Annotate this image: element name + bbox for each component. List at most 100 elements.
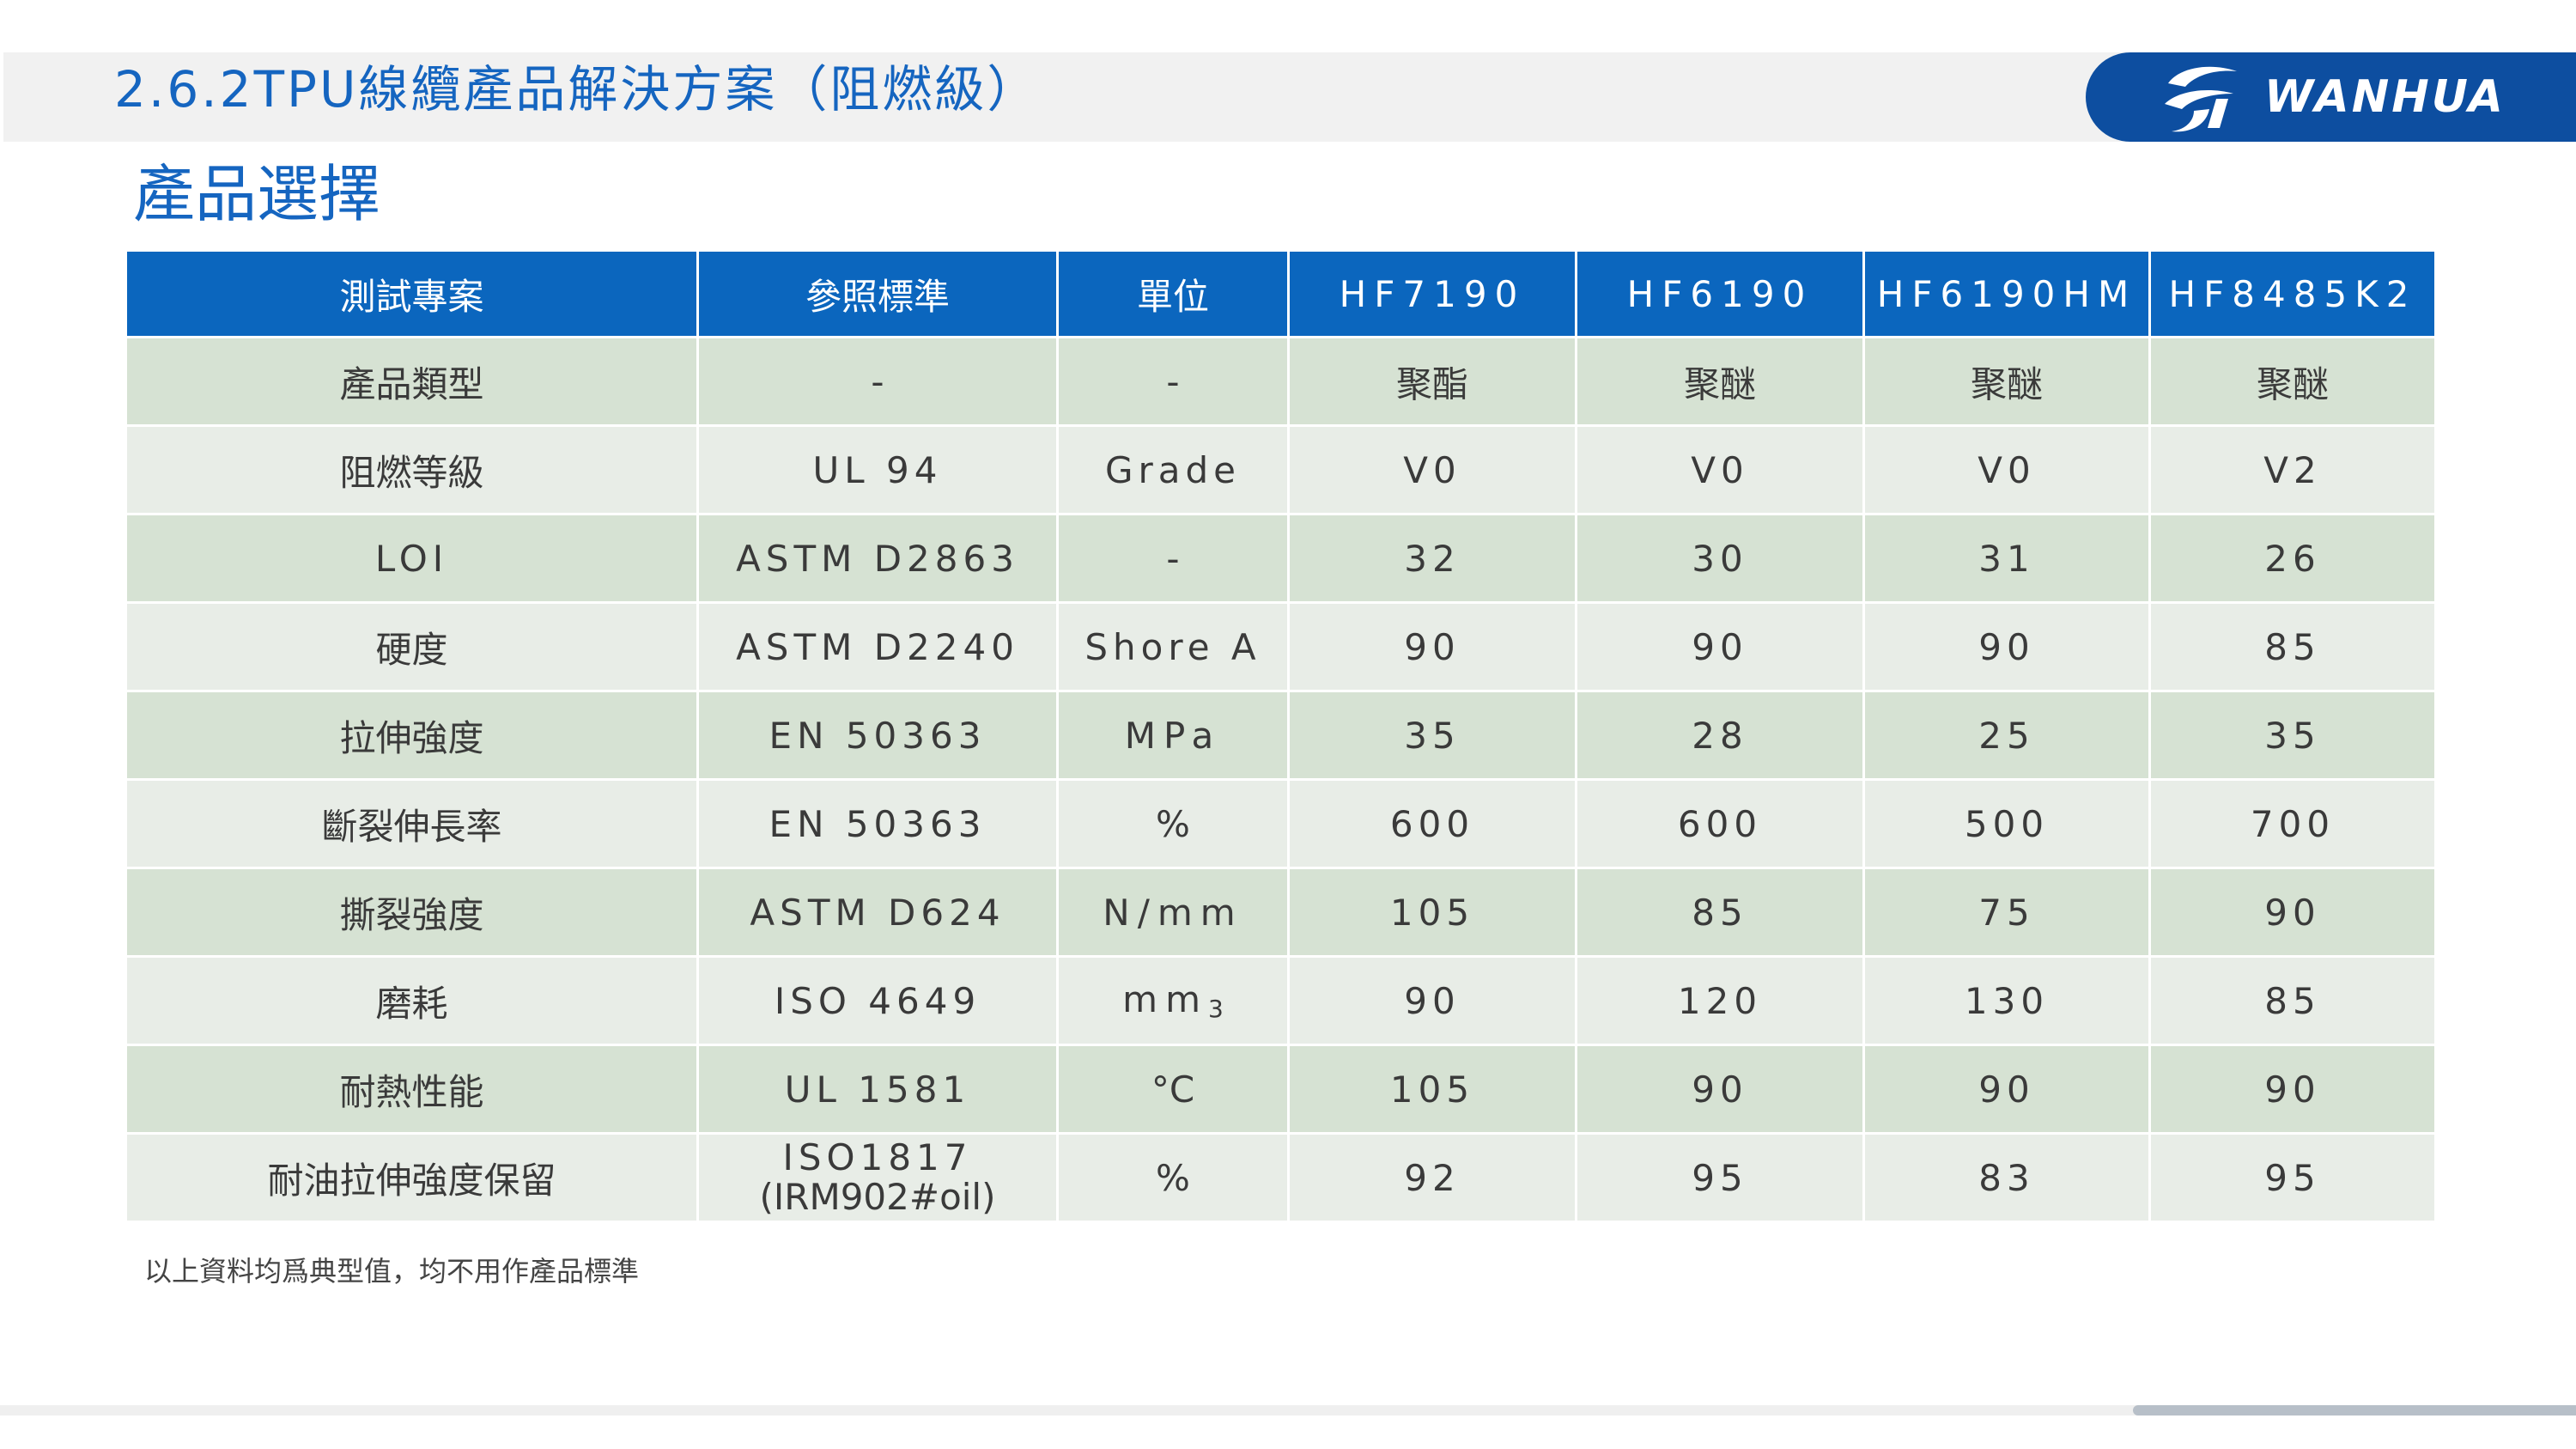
- unit-text: mm: [1122, 978, 1208, 1020]
- footnote: 以上資料均爲典型值，均不用作產品標準: [144, 1255, 640, 1288]
- value-cell: 30: [1575, 513, 1865, 604]
- standard-cell: ISO1817 (IRM902#oil): [696, 1132, 1059, 1223]
- table-row: LOI ASTM D2863 - 32 30 31 26: [125, 513, 2437, 604]
- column-header: 測試專案: [125, 249, 699, 338]
- standard-cell: ISO 4649: [696, 955, 1059, 1046]
- item-cell: 斷裂伸長率: [125, 778, 699, 869]
- brand-logo: WANHUA: [2086, 52, 2576, 142]
- item-cell: 撕裂強度: [125, 867, 699, 958]
- value-cell: 92: [1287, 1132, 1577, 1223]
- value-cell: 90: [2148, 1044, 2437, 1135]
- value-cell: 32: [1287, 513, 1577, 604]
- value-cell: 90: [1862, 1044, 2151, 1135]
- table-row: 硬度 ASTM D2240 Shore A 90 90 90 85: [125, 601, 2437, 692]
- column-header: HF6190HM: [1862, 249, 2151, 338]
- value-cell: 120: [1575, 955, 1865, 1046]
- unit-cell: -: [1056, 513, 1290, 604]
- table-row: 斷裂伸長率 EN 50363 % 600 600 500 700: [125, 778, 2437, 869]
- item-cell: 拉伸強度: [125, 690, 699, 781]
- standard-cell: ASTM D2863: [696, 513, 1059, 604]
- table-row: 磨耗 ISO 4649 mm3 90 120 130 85: [125, 955, 2437, 1046]
- value-cell: 90: [1287, 601, 1577, 692]
- value-cell: V2: [2148, 424, 2437, 515]
- value-cell: 26: [2148, 513, 2437, 604]
- unit-cell: mm3: [1056, 955, 1290, 1046]
- value-cell: 83: [1862, 1132, 2151, 1223]
- item-cell: 磨耗: [125, 955, 699, 1046]
- item-cell: 產品類型: [125, 336, 699, 427]
- standard-cell: UL 1581: [696, 1044, 1059, 1135]
- table-row: 撕裂強度 ASTM D624 N/mm 105 85 75 90: [125, 867, 2437, 958]
- value-cell: 85: [2148, 955, 2437, 1046]
- brand-name: WANHUA: [2264, 71, 2506, 123]
- value-cell: 600: [1575, 778, 1865, 869]
- column-header: 單位: [1056, 249, 1290, 338]
- item-cell: 阻燃等級: [125, 424, 699, 515]
- table-row: 拉伸強度 EN 50363 MPa 35 28 25 35: [125, 690, 2437, 781]
- column-header: 參照標準: [696, 249, 1059, 338]
- table-row: 耐熱性能 UL 1581 °C 105 90 90 90: [125, 1044, 2437, 1135]
- value-cell: 35: [1287, 690, 1577, 781]
- value-cell: 90: [2148, 867, 2437, 958]
- wanhua-logo-icon: [2165, 66, 2237, 132]
- unit-cell: Shore A: [1056, 601, 1290, 692]
- unit-cell: MPa: [1056, 690, 1290, 781]
- value-cell: 28: [1575, 690, 1865, 781]
- column-header: HF8485K2: [2148, 249, 2437, 338]
- item-cell: 硬度: [125, 601, 699, 692]
- value-cell: 90: [1575, 601, 1865, 692]
- value-cell: 75: [1862, 867, 2151, 958]
- unit-cell: N/mm: [1056, 867, 1290, 958]
- slide-progress-bar: [2133, 1405, 2576, 1416]
- standard-cell: ASTM D624: [696, 867, 1059, 958]
- value-cell: 90: [1287, 955, 1577, 1046]
- table-row: 產品類型 - - 聚酯 聚醚 聚醚 聚醚: [125, 336, 2437, 427]
- value-cell: 聚醚: [1575, 336, 1865, 427]
- standard-cell: EN 50363: [696, 778, 1059, 869]
- value-cell: 85: [2148, 601, 2437, 692]
- value-cell: 聚酯: [1287, 336, 1577, 427]
- value-cell: V0: [1287, 424, 1577, 515]
- standard-cell: EN 50363: [696, 690, 1059, 781]
- column-header: HF6190: [1575, 249, 1865, 338]
- value-cell: 700: [2148, 778, 2437, 869]
- standard-cell: ASTM D2240: [696, 601, 1059, 692]
- value-cell: 聚醚: [2148, 336, 2437, 427]
- value-cell: 105: [1287, 1044, 1577, 1135]
- unit-cell: %: [1056, 1132, 1290, 1223]
- page-title: 2.6.2TPU線纜產品解決方案（阻燃級）: [114, 60, 1040, 119]
- value-cell: 35: [2148, 690, 2437, 781]
- unit-cell: -: [1056, 336, 1290, 427]
- standard-line-1: ISO1817: [782, 1136, 973, 1178]
- value-cell: 31: [1862, 513, 2151, 604]
- unit-cell: °C: [1056, 1044, 1290, 1135]
- table-row: 耐油拉伸強度保留 ISO1817 (IRM902#oil) % 92 95 83 …: [125, 1132, 2437, 1223]
- item-cell: 耐油拉伸強度保留: [125, 1132, 699, 1223]
- value-cell: 90: [1575, 1044, 1865, 1135]
- standard-cell: UL 94: [696, 424, 1059, 515]
- value-cell: 600: [1287, 778, 1577, 869]
- value-cell: 聚醚: [1862, 336, 2151, 427]
- item-cell: LOI: [125, 513, 699, 604]
- section-title: 產品選擇: [133, 158, 381, 230]
- table-row: 阻燃等級 UL 94 Grade V0 V0 V0 V2: [125, 424, 2437, 515]
- standard-line-2: (IRM902#oil): [759, 1176, 996, 1218]
- table-header-row: 測試專案 參照標準 單位 HF7190 HF6190 HF6190HM HF84…: [125, 249, 2437, 338]
- product-spec-table: 測試專案 參照標準 單位 HF7190 HF6190 HF6190HM HF84…: [125, 249, 2437, 1223]
- value-cell: V0: [1575, 424, 1865, 515]
- value-cell: 95: [2148, 1132, 2437, 1223]
- column-header: HF7190: [1287, 249, 1577, 338]
- unit-cell: %: [1056, 778, 1290, 869]
- value-cell: 85: [1575, 867, 1865, 958]
- value-cell: 105: [1287, 867, 1577, 958]
- standard-cell: -: [696, 336, 1059, 427]
- value-cell: 130: [1862, 955, 2151, 1046]
- unit-cell: Grade: [1056, 424, 1290, 515]
- value-cell: 95: [1575, 1132, 1865, 1223]
- value-cell: 25: [1862, 690, 2151, 781]
- value-cell: 500: [1862, 778, 2151, 869]
- value-cell: 90: [1862, 601, 2151, 692]
- value-cell: V0: [1862, 424, 2151, 515]
- unit-superscript: 3: [1208, 995, 1224, 1023]
- item-cell: 耐熱性能: [125, 1044, 699, 1135]
